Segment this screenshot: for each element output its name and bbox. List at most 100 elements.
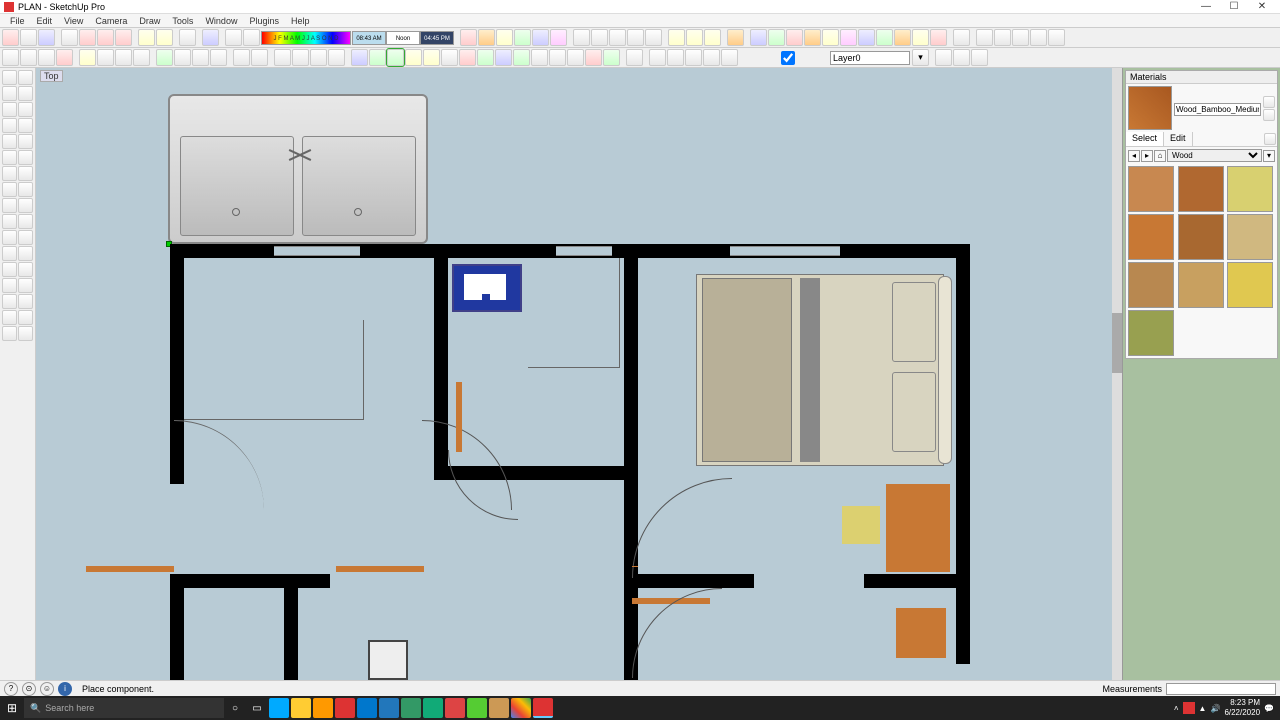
3dtext-tool-icon[interactable] xyxy=(18,230,33,245)
material-swatch[interactable] xyxy=(1128,166,1174,212)
polygon-icon[interactable] xyxy=(549,49,566,66)
excel-icon[interactable] xyxy=(423,698,443,718)
materials-tab-edit[interactable]: Edit xyxy=(1164,132,1193,146)
vertical-scrollbar[interactable] xyxy=(1112,68,1122,680)
material-swatch[interactable] xyxy=(1178,262,1224,308)
sink-component[interactable] xyxy=(168,94,428,244)
pan-tool-icon[interactable] xyxy=(18,246,33,261)
solid-a-icon[interactable] xyxy=(649,49,666,66)
offset-icon[interactable] xyxy=(210,49,227,66)
sphere-10-icon[interactable] xyxy=(912,29,929,46)
utorrent-icon[interactable] xyxy=(467,698,487,718)
line-tool-icon[interactable] xyxy=(18,102,33,117)
menu-view[interactable]: View xyxy=(58,16,89,26)
circle-icon[interactable] xyxy=(115,49,132,66)
mat-fwd-icon[interactable]: ▸ xyxy=(1141,150,1153,162)
viewport[interactable]: Top Endpoint xyxy=(36,68,1122,680)
time-slider[interactable]: 08:43 AM Noon 04:45 PM xyxy=(352,31,454,45)
push-pull-icon[interactable] xyxy=(156,49,173,66)
protractor-icon[interactable] xyxy=(477,49,494,66)
solid-split-icon[interactable] xyxy=(1048,29,1065,46)
tray-chevron-icon[interactable]: ˄ xyxy=(1174,704,1179,713)
task-view-icon[interactable]: ▭ xyxy=(247,698,267,718)
paint-tool-icon[interactable] xyxy=(18,86,33,101)
sandbox-3-icon[interactable] xyxy=(603,49,620,66)
shaded-texture-icon[interactable] xyxy=(627,29,644,46)
offset-tool-icon[interactable] xyxy=(18,182,33,197)
current-material-swatch[interactable] xyxy=(1128,86,1172,130)
powerpoint-icon[interactable] xyxy=(445,698,465,718)
material-swatch[interactable] xyxy=(1178,214,1224,260)
material-swatch[interactable] xyxy=(1227,262,1273,308)
new-icon[interactable] xyxy=(2,29,19,46)
rotate-tool-icon[interactable] xyxy=(2,166,17,181)
undo-icon[interactable] xyxy=(138,29,155,46)
section-icon[interactable] xyxy=(405,49,422,66)
zoom-ext-tool-icon[interactable] xyxy=(18,262,33,277)
solid-d-icon[interactable] xyxy=(703,49,720,66)
pushpull-tool-icon[interactable] xyxy=(18,150,33,165)
eraser-icon[interactable] xyxy=(56,49,73,66)
line-icon[interactable] xyxy=(97,49,114,66)
tray-app-icon[interactable] xyxy=(1183,702,1195,714)
geo-2-icon[interactable] xyxy=(953,49,970,66)
sandbox-tool-icon[interactable] xyxy=(2,326,17,341)
sphere-4-icon[interactable] xyxy=(804,29,821,46)
maximize-button[interactable]: ☐ xyxy=(1220,0,1248,14)
copy-icon[interactable] xyxy=(79,29,96,46)
open-icon[interactable] xyxy=(20,29,37,46)
next-view-tool-icon[interactable] xyxy=(18,278,33,293)
mat-back-icon[interactable]: ◂ xyxy=(1128,150,1140,162)
top-icon[interactable] xyxy=(478,29,495,46)
monochrome-icon[interactable] xyxy=(645,29,662,46)
sketchup-icon[interactable] xyxy=(533,698,553,718)
select-icon[interactable] xyxy=(2,49,19,66)
position-cam-tool-icon[interactable] xyxy=(2,294,17,309)
geo-1-icon[interactable] xyxy=(935,49,952,66)
prev-view-tool-icon[interactable] xyxy=(2,278,17,293)
mat-home-icon[interactable]: ⌂ xyxy=(1154,150,1166,162)
front-icon[interactable] xyxy=(496,29,513,46)
model-info-icon[interactable] xyxy=(202,29,219,46)
walk-tool-icon[interactable] xyxy=(2,310,17,325)
previous-icon[interactable] xyxy=(686,29,703,46)
eyedropper-icon[interactable] xyxy=(1264,133,1276,145)
menu-file[interactable]: File xyxy=(4,16,31,26)
look-tool-icon[interactable] xyxy=(18,294,33,309)
dimension-tool-icon[interactable] xyxy=(18,198,33,213)
solid-union-icon[interactable] xyxy=(976,29,993,46)
freehand-tool-icon[interactable] xyxy=(18,134,33,149)
look-icon[interactable] xyxy=(369,49,386,66)
menu-edit[interactable]: Edit xyxy=(31,16,59,26)
status-info-icon[interactable]: i xyxy=(58,682,72,696)
default-material-icon[interactable] xyxy=(1263,109,1275,121)
eraser-tool-icon[interactable] xyxy=(2,86,17,101)
menu-help[interactable]: Help xyxy=(285,16,316,26)
menu-plugins[interactable]: Plugins xyxy=(243,16,285,26)
dimension-icon[interactable] xyxy=(459,49,476,66)
right-icon[interactable] xyxy=(514,29,531,46)
notifications-icon[interactable]: 💬 xyxy=(1264,704,1274,713)
scale-icon[interactable] xyxy=(513,49,530,66)
redo-icon[interactable] xyxy=(156,29,173,46)
print-icon[interactable] xyxy=(179,29,196,46)
create-material-icon[interactable] xyxy=(1263,96,1275,108)
move-icon[interactable] xyxy=(174,49,191,66)
select-tool-icon[interactable] xyxy=(2,70,17,85)
left-icon[interactable] xyxy=(550,29,567,46)
orbit-tool-icon[interactable] xyxy=(2,246,17,261)
next-icon[interactable] xyxy=(704,29,721,46)
rotate-icon[interactable] xyxy=(192,49,209,66)
sandbox-1-icon[interactable] xyxy=(567,49,584,66)
lasso-tool-icon[interactable] xyxy=(18,70,33,85)
layer-dropdown-icon[interactable]: ▾ xyxy=(912,49,929,66)
extra-tool-icon[interactable] xyxy=(18,326,33,341)
file-icon[interactable] xyxy=(489,698,509,718)
tape-tool-icon[interactable] xyxy=(2,198,17,213)
zoom-tool-icon[interactable] xyxy=(2,262,17,277)
sphere-7-icon[interactable] xyxy=(858,29,875,46)
measurements-input[interactable] xyxy=(1166,683,1276,695)
solid-1-icon[interactable] xyxy=(953,29,970,46)
protractor-tool-icon[interactable] xyxy=(2,214,17,229)
walk-icon[interactable] xyxy=(351,49,368,66)
